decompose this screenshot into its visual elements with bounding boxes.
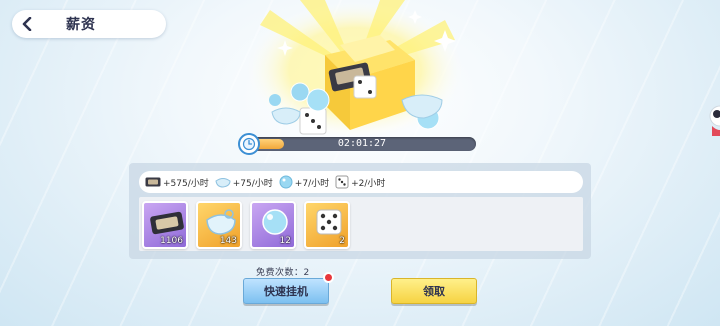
- header-bar: 薪资: [12, 10, 166, 38]
- item-slot-bubble[interactable]: 12: [250, 201, 296, 249]
- item-slot-dice[interactable]: 2: [304, 201, 350, 249]
- quick-idle-label: 快速挂机: [264, 285, 308, 298]
- item-slot-whistle[interactable]: 143: [196, 201, 242, 249]
- claim-label: 领取: [423, 285, 445, 298]
- reward-chest-illustration: [245, 0, 465, 135]
- progress-time: 02:01:27: [337, 138, 387, 149]
- rate-text: +75/小时: [232, 178, 273, 189]
- videotape-icon: [150, 211, 184, 235]
- whistle-icon: [215, 178, 231, 188]
- item-count: 2: [339, 236, 345, 246]
- bubble-icon: [262, 209, 288, 235]
- claim-button[interactable]: 领取: [391, 278, 477, 304]
- back-button[interactable]: [12, 10, 42, 38]
- item-count: 12: [279, 236, 291, 246]
- bubble-icon: [279, 175, 293, 189]
- rate-bar: +575/小时 +75/小时 +7/小时 +2/小时: [139, 171, 583, 193]
- item-count: 1106: [160, 236, 183, 246]
- notification-dot: [323, 272, 334, 283]
- dice-icon: [335, 175, 349, 189]
- free-count-label: 免费次数：2: [256, 268, 310, 278]
- item-list: 1106 143 12 2: [139, 197, 583, 251]
- rate-item: +2/小时: [335, 175, 385, 189]
- dice-icon: [316, 209, 342, 235]
- chevron-left-icon: [22, 17, 32, 31]
- clock-icon: [238, 133, 260, 155]
- whistle-icon: [206, 209, 236, 235]
- quick-idle-button[interactable]: 快速挂机: [243, 272, 334, 304]
- progress-track: 02:01:27: [248, 137, 476, 151]
- item-count: 143: [219, 236, 237, 246]
- page-title: 薪资: [66, 17, 96, 33]
- rate-item: +7/小时: [279, 175, 329, 189]
- income-panel: +575/小时 +75/小时 +7/小时 +2/小时 1106 143 12 2: [129, 163, 591, 259]
- side-character-icon[interactable]: [708, 104, 720, 138]
- rate-item: +75/小时: [215, 176, 273, 189]
- rate-text: +2/小时: [351, 178, 386, 189]
- rate-item: +575/小时: [145, 176, 209, 189]
- rate-text: +575/小时: [163, 178, 209, 189]
- rate-text: +7/小时: [294, 178, 330, 189]
- item-slot-videotape[interactable]: 1106: [142, 201, 188, 249]
- progress-bar: 02:01:27: [238, 133, 478, 155]
- videotape-icon: [145, 177, 161, 187]
